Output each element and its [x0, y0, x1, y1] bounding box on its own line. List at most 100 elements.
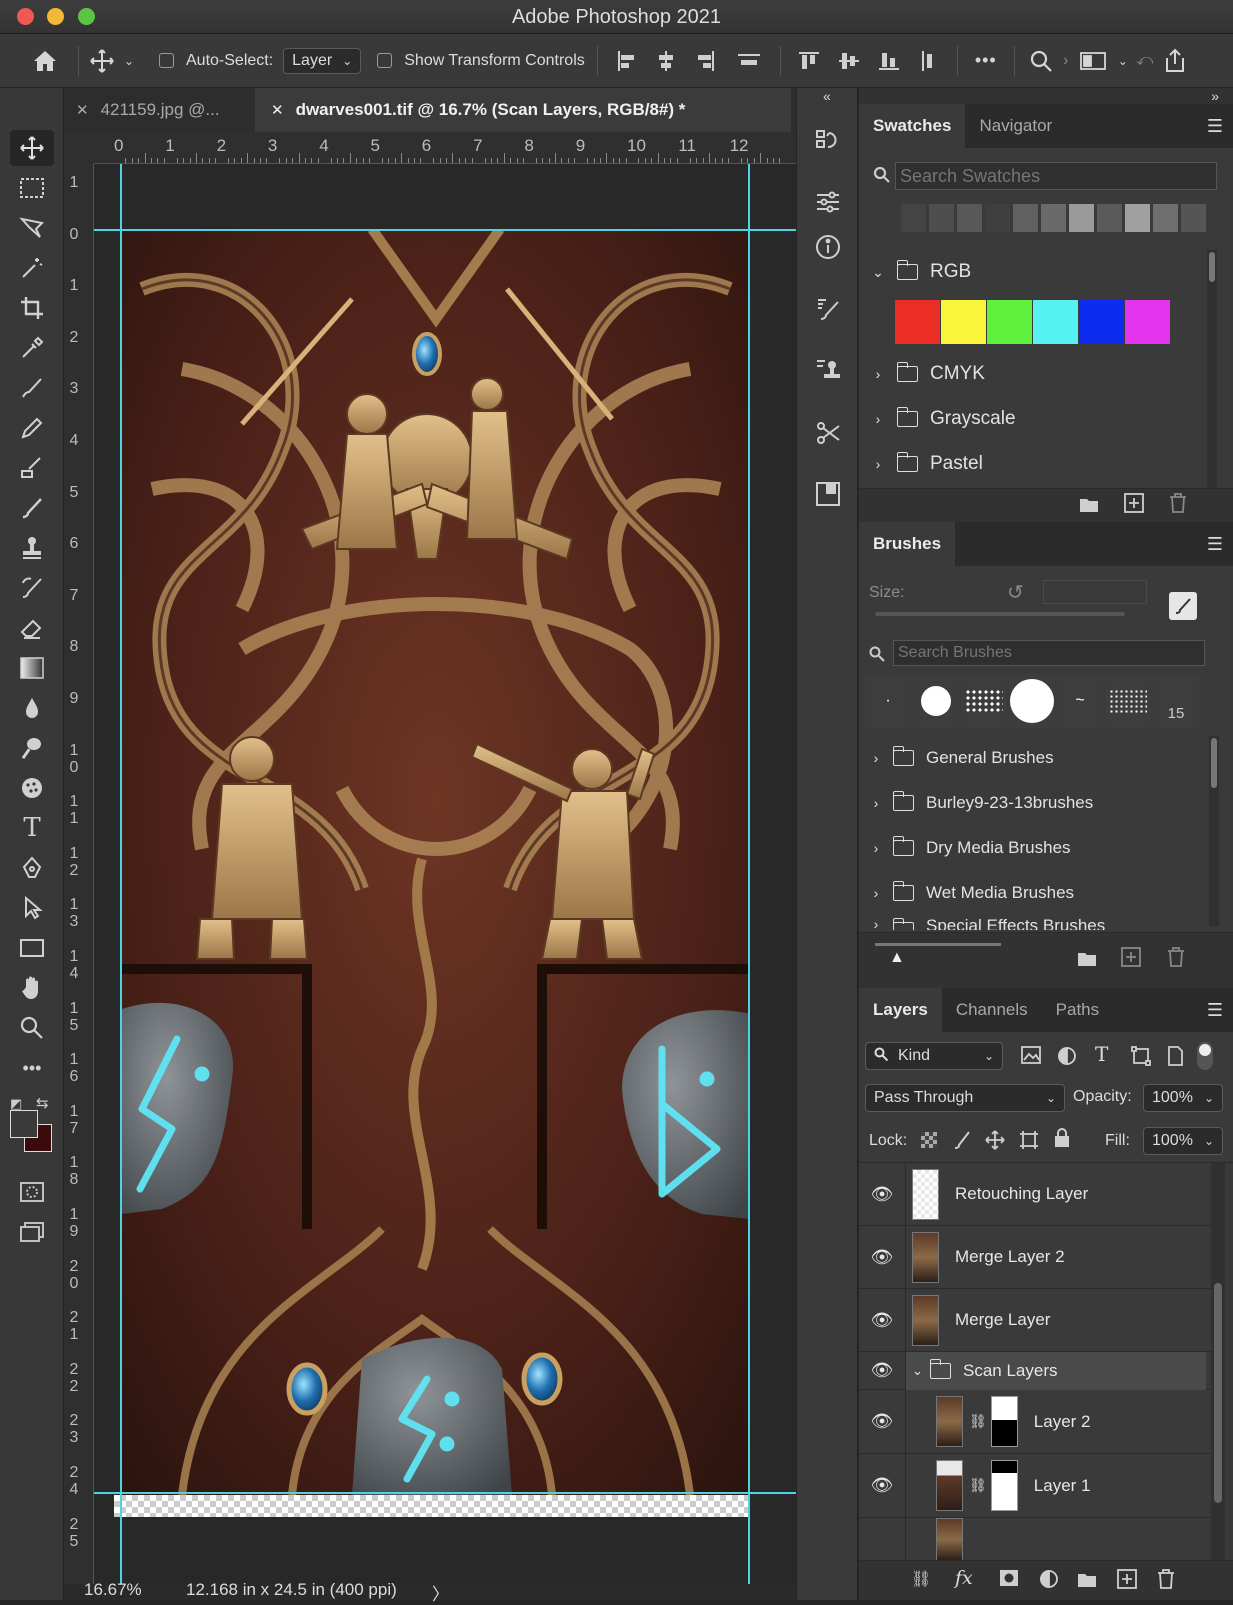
vertical-ruler[interactable]: 101234567891 01 11 21 31 41 51 61 71 81 …	[64, 164, 94, 1584]
info-icon[interactable]	[810, 229, 846, 265]
tab-swatches[interactable]: Swatches	[859, 104, 966, 148]
brush-settings-icon[interactable]	[810, 291, 846, 327]
eye-icon[interactable]: 👁	[859, 1411, 905, 1432]
document-info[interactable]: 12.168 in x 24.5 in (400 ppi)	[186, 1580, 397, 1600]
lock-pixels-icon[interactable]	[953, 1130, 971, 1155]
search-icon[interactable]	[1023, 49, 1059, 73]
brush-preset-large-round[interactable]	[1009, 674, 1055, 728]
collapse-panels-icon[interactable]: »	[1211, 88, 1219, 104]
screen-mode-icon[interactable]	[10, 1214, 54, 1250]
recent-swatch[interactable]	[957, 204, 982, 232]
marquee-tool-icon[interactable]	[10, 170, 54, 206]
link-icon[interactable]: ⛓	[969, 1477, 987, 1494]
new-group-folder-icon[interactable]	[1077, 949, 1097, 972]
quick-mask-icon[interactable]	[10, 1174, 54, 1210]
recent-swatch[interactable]	[873, 204, 898, 232]
delete-icon[interactable]	[1167, 947, 1185, 972]
layer-filter-dropdown[interactable]: Kind ⌄	[865, 1042, 1003, 1070]
brushes-scrollbar[interactable]	[1209, 736, 1219, 926]
color-swatch[interactable]	[941, 300, 986, 344]
panel-menu-icon[interactable]: ☰	[1197, 988, 1233, 1032]
brush-group-burley[interactable]: › Burley9-23-13brushes	[859, 781, 1207, 825]
collapse-dock-icon[interactable]: «	[823, 88, 831, 104]
size-slider[interactable]	[875, 612, 1125, 616]
swatch-group-pastel[interactable]: › Pastel	[859, 442, 1207, 486]
distribute-vertical-icon[interactable]	[909, 50, 949, 72]
panel-menu-icon[interactable]: ☰	[1197, 522, 1233, 566]
new-group-folder-icon[interactable]	[1077, 1570, 1097, 1593]
brush-preset-stroke[interactable]: ~	[1057, 674, 1103, 728]
lock-all-icon[interactable]	[1053, 1128, 1071, 1153]
move-tool-icon[interactable]	[87, 48, 117, 74]
crop-tool-icon[interactable]	[10, 290, 54, 326]
tab-layers[interactable]: Layers	[859, 988, 942, 1032]
close-tab-icon[interactable]: ✕	[271, 101, 284, 119]
move-tool-icon[interactable]	[10, 130, 54, 166]
close-window-button[interactable]	[17, 8, 34, 25]
align-bottom-icon[interactable]	[869, 50, 909, 72]
stamp-icon[interactable]	[10, 530, 54, 566]
blur-icon[interactable]	[10, 690, 54, 726]
guide-horizontal-top[interactable]	[94, 229, 796, 231]
color-swatch[interactable]	[1033, 300, 1078, 344]
layer-row-retouching[interactable]: 👁 Retouching Layer	[859, 1163, 1211, 1226]
undo-icon[interactable]: ⤺	[1133, 52, 1157, 70]
foreground-color-swatch[interactable]	[10, 1110, 38, 1138]
brush-preset-spatter[interactable]	[1105, 674, 1151, 728]
brush-group-special-effects[interactable]: › Special Effects Brushes	[859, 916, 1207, 930]
swatch-group-cmyk[interactable]: › CMYK	[859, 352, 1207, 396]
gradient-icon[interactable]	[10, 650, 54, 686]
layer-name[interactable]: Retouching Layer	[955, 1184, 1088, 1204]
lock-position-icon[interactable]	[985, 1130, 1005, 1155]
horizontal-ruler[interactable]: 0 1 2 3 4 5 6 7 8 9 10 11 12	[94, 132, 796, 164]
recent-swatch[interactable]	[1013, 204, 1038, 232]
filter-smart-object-icon[interactable]	[1165, 1046, 1185, 1071]
eyedropper-icon[interactable]	[10, 330, 54, 366]
layer-row-scan-layers-group[interactable]: 👁 ⌄ Scan Layers	[859, 1351, 1211, 1390]
layer-row-layer-2[interactable]: 👁 ⛓ Layer 2	[859, 1389, 1211, 1454]
clone-source-icon[interactable]	[810, 352, 846, 388]
filter-adjustment-icon[interactable]	[1057, 1046, 1077, 1071]
layer-mask-thumbnail[interactable]	[990, 1396, 1018, 1447]
recent-swatch[interactable]	[985, 204, 1010, 232]
tab-paths[interactable]: Paths	[1042, 988, 1113, 1032]
tab-dwarves001[interactable]: ✕ dwarves001.tif @ 16.7% (Scan Layers, R…	[255, 88, 791, 132]
hand-tool-icon[interactable]	[10, 970, 54, 1006]
filter-pixel-icon[interactable]	[1021, 1046, 1041, 1069]
tool-presets-icon[interactable]	[810, 415, 846, 451]
eye-icon[interactable]: 👁	[859, 1247, 905, 1268]
lock-artboard-icon[interactable]	[1019, 1130, 1039, 1155]
eye-icon[interactable]: 👁	[859, 1475, 905, 1496]
tab-421159[interactable]: ✕ 421159.jpg @...	[60, 88, 255, 132]
swatches-scrollbar[interactable]	[1207, 250, 1217, 488]
recent-swatch[interactable]	[901, 204, 926, 232]
link-layers-icon[interactable]: ⛓	[911, 1569, 931, 1589]
auto-select-checkbox[interactable]	[159, 53, 174, 68]
status-menu-arrow-icon[interactable]: 〉	[432, 1580, 449, 1605]
auto-select-dropdown[interactable]: Layer ⌄	[283, 47, 362, 74]
adjustments-icon[interactable]	[810, 184, 846, 220]
preview-size-slider[interactable]	[875, 943, 1001, 946]
blend-mode-dropdown[interactable]: Pass Through ⌄	[865, 1084, 1065, 1112]
home-icon[interactable]	[20, 49, 70, 73]
recent-swatch[interactable]	[1097, 204, 1122, 232]
align-top-icon[interactable]	[789, 50, 829, 72]
eye-icon[interactable]: 👁	[859, 1360, 905, 1381]
brush-preset-small[interactable]: ·	[865, 674, 911, 728]
lasso-tool-icon[interactable]	[10, 210, 54, 246]
zoom-level[interactable]: 16.67%	[84, 1580, 142, 1600]
sponge-icon[interactable]	[10, 770, 54, 806]
tab-navigator[interactable]: Navigator	[965, 104, 1066, 148]
share-icon[interactable]	[1157, 48, 1193, 74]
layer-name[interactable]: Merge Layer	[955, 1310, 1050, 1330]
document-artwork[interactable]	[122, 229, 750, 1495]
history-brush-icon[interactable]	[10, 570, 54, 606]
delete-icon[interactable]	[1169, 493, 1187, 518]
chevron-down-icon[interactable]: ⌄	[117, 54, 141, 68]
new-brush-icon[interactable]	[1169, 592, 1197, 620]
chevron-down-icon[interactable]: ⌄	[1113, 54, 1133, 68]
recent-swatch[interactable]	[1069, 204, 1094, 232]
layers-scrollbar[interactable]	[1211, 1163, 1225, 1560]
align-right-icon[interactable]	[686, 50, 726, 72]
minimize-window-button[interactable]	[47, 8, 64, 25]
